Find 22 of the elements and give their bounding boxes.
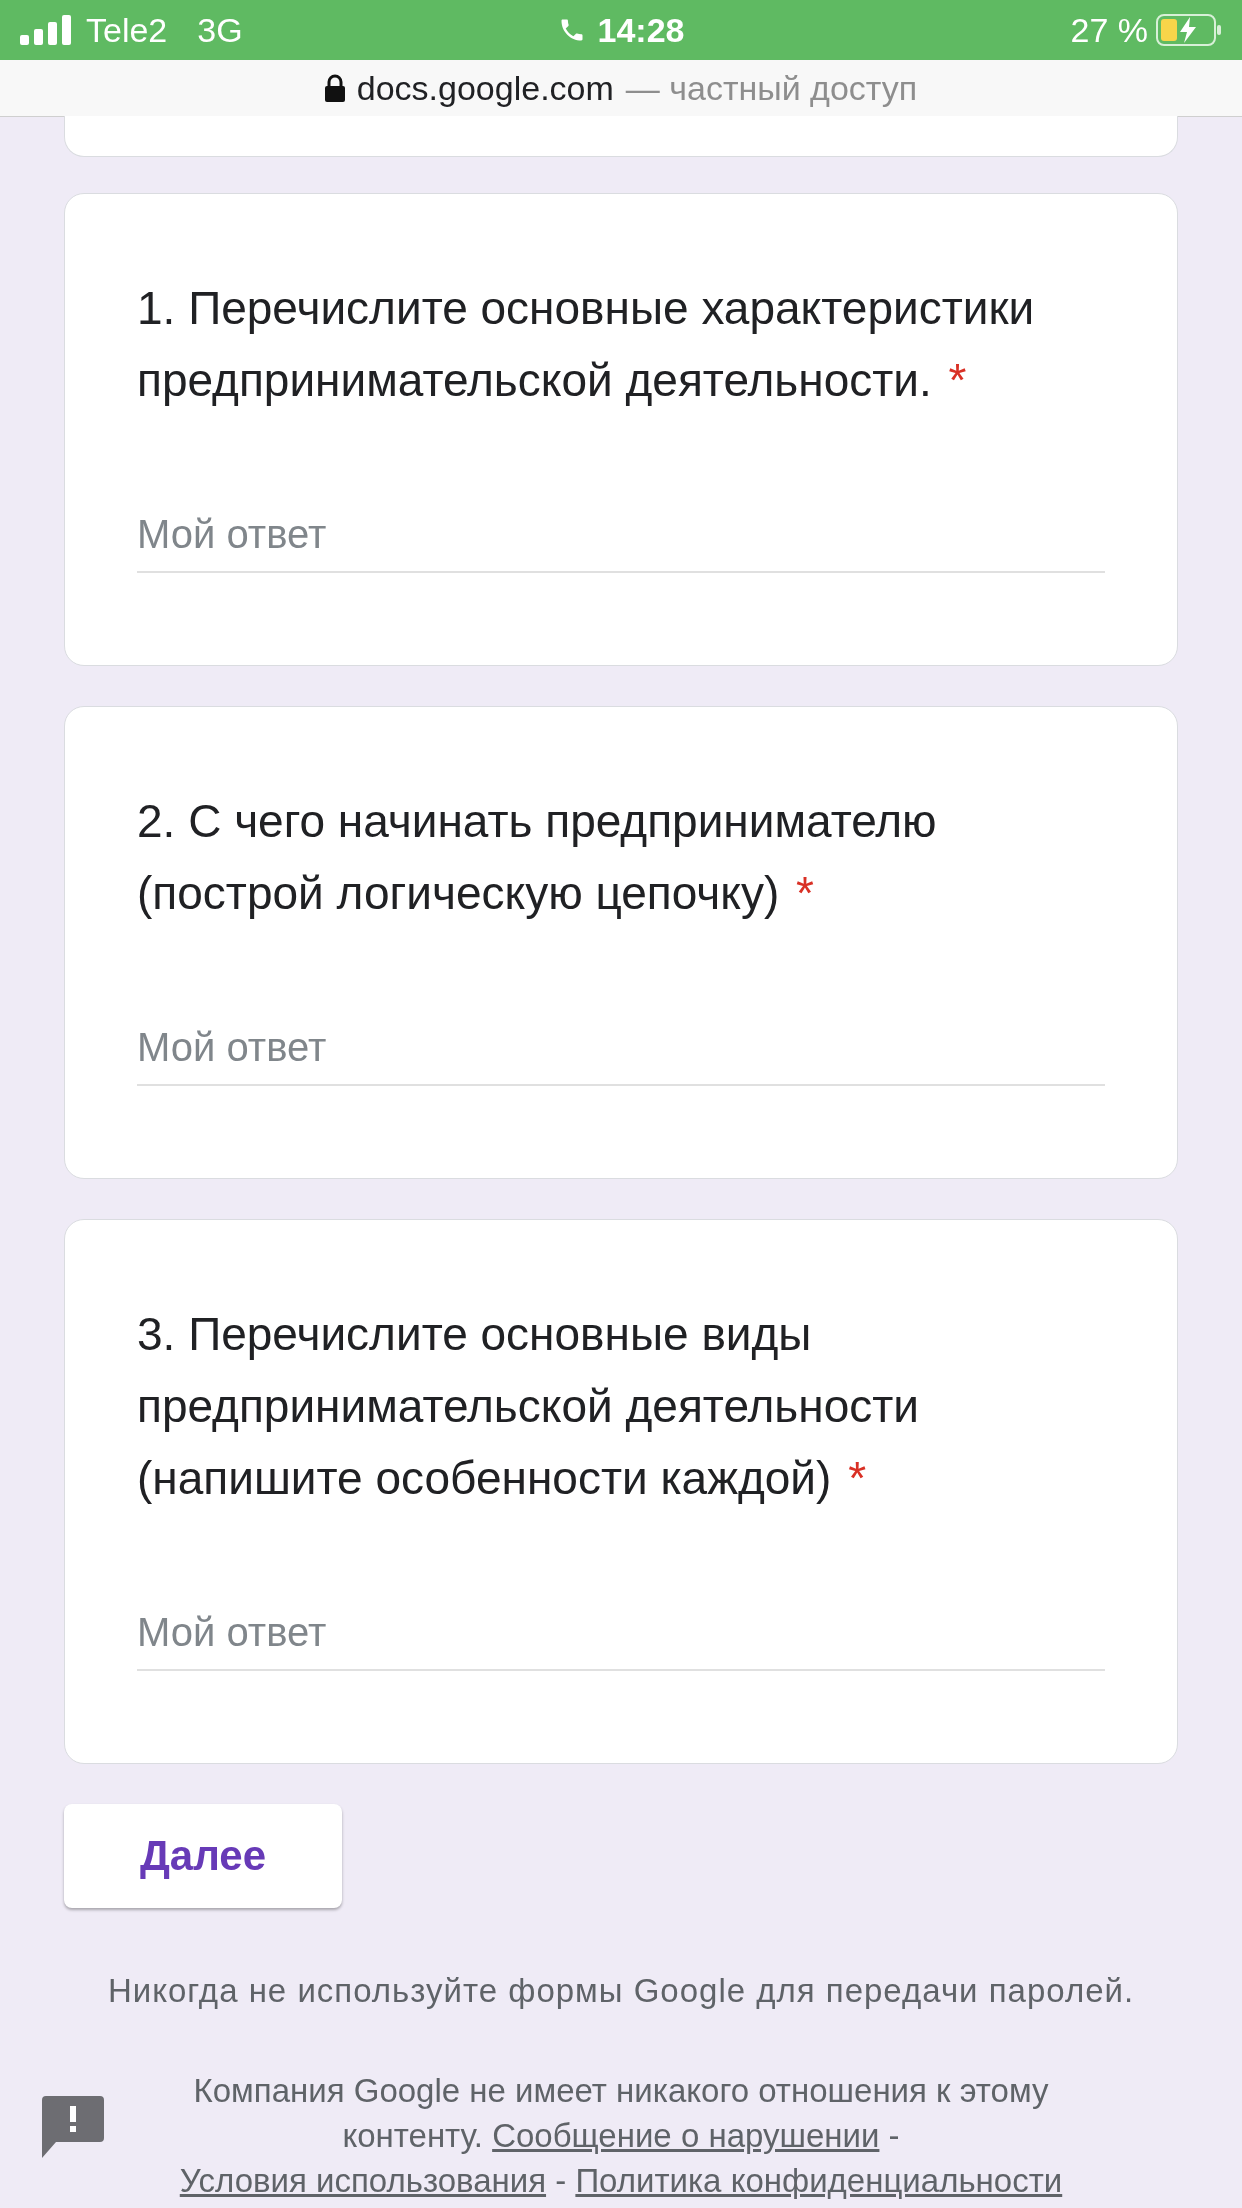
battery-percent: 27 %	[1070, 10, 1148, 50]
answer-field[interactable]: Мой ответ	[137, 512, 1105, 573]
lock-icon	[324, 74, 345, 102]
signal-icon	[20, 15, 72, 45]
footer-link[interactable]: Сообщение о нарушении	[492, 2117, 880, 2154]
url-note: — частный доступ	[625, 68, 918, 108]
clock-time: 14:28	[597, 10, 685, 50]
battery-charging-icon	[1156, 14, 1222, 46]
question-title: 2. С чего начинать предпринимателю (построй логическую цепочку) *	[137, 794, 938, 921]
answer-field[interactable]: Мой ответ	[137, 1025, 1105, 1086]
question-title: 3. Перечислите основные виды предпринимательской деятельности (напишите особенности каждой) *	[137, 1307, 920, 1506]
next-button[interactable]: Далее	[64, 1804, 342, 1908]
network-type: 3G	[197, 10, 243, 50]
report-icon[interactable]	[42, 2096, 104, 2158]
footer-link[interactable]: Условия использования	[179, 2162, 547, 2199]
answer-field[interactable]: Мой ответ	[137, 1610, 1105, 1671]
footer-link[interactable]: Политика конфиденциальности	[575, 2162, 1063, 2199]
carrier-name: Tele2	[86, 10, 168, 50]
disclaimer-text: Компания Google не имеет никакого отношения к этому контенту. Сообщение о нарушении - Условия использования - Политика конфиденциальности	[178, 2071, 1064, 2201]
password-warning: Никогда не используйте формы Google для передачи паролей.	[106, 1972, 1136, 2010]
question-title: 1. Перечислите основные характеристики предпринимательской деятельности. *	[137, 281, 1036, 408]
url-domain[interactable]: docs.google.com	[356, 68, 614, 108]
